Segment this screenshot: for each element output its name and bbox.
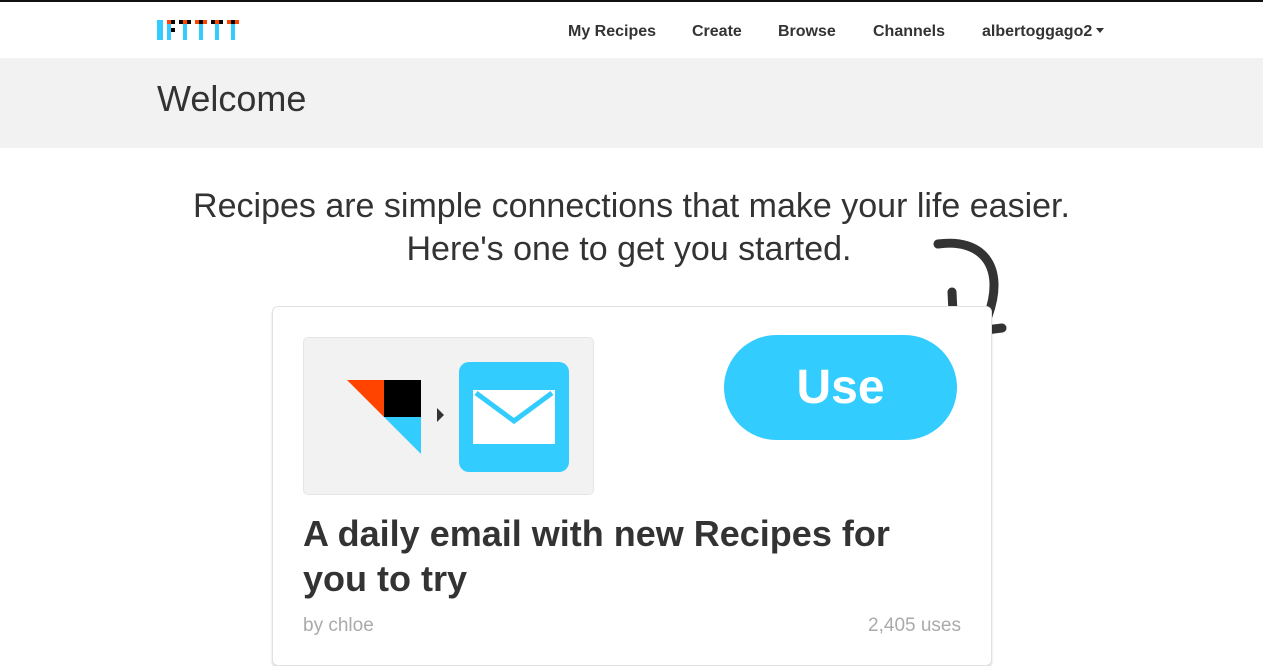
- welcome-band: Welcome: [0, 58, 1263, 148]
- ifttt-recipe-icon: [347, 380, 421, 454]
- recipe-author[interactable]: by chloe: [303, 615, 374, 637]
- recipe-icons: [303, 337, 594, 495]
- arrow-right-icon: [437, 408, 444, 422]
- user-menu[interactable]: albertoggago2: [982, 23, 1105, 41]
- page-title: Welcome: [157, 78, 307, 119]
- recipe-card[interactable]: Use A daily email with new Recipes for y…: [272, 306, 992, 666]
- ifttt-logo[interactable]: [157, 18, 241, 42]
- nav-channels[interactable]: Channels: [873, 23, 945, 41]
- nav-create[interactable]: Create: [692, 23, 742, 41]
- user-name: albertoggago2: [982, 23, 1093, 40]
- email-icon: [473, 390, 555, 444]
- recipe-uses: 2,405 uses: [868, 615, 961, 636]
- email-channel-tile: [459, 362, 569, 472]
- nav-browse[interactable]: Browse: [778, 23, 836, 41]
- recipe-title[interactable]: A daily email with new Recipes for you t…: [303, 511, 963, 601]
- intro-line-1: Recipes are simple connections that make…: [193, 187, 1070, 225]
- intro-line-2: Here's one to get you started.: [406, 230, 852, 268]
- use-button[interactable]: Use: [724, 335, 957, 440]
- top-navbar: My Recipes Create Browse Channels albert…: [0, 4, 1263, 58]
- nav-my-recipes[interactable]: My Recipes: [568, 23, 656, 41]
- caret-down-icon: [1096, 28, 1105, 33]
- intro-text: Recipes are simple connections that make…: [0, 185, 1263, 271]
